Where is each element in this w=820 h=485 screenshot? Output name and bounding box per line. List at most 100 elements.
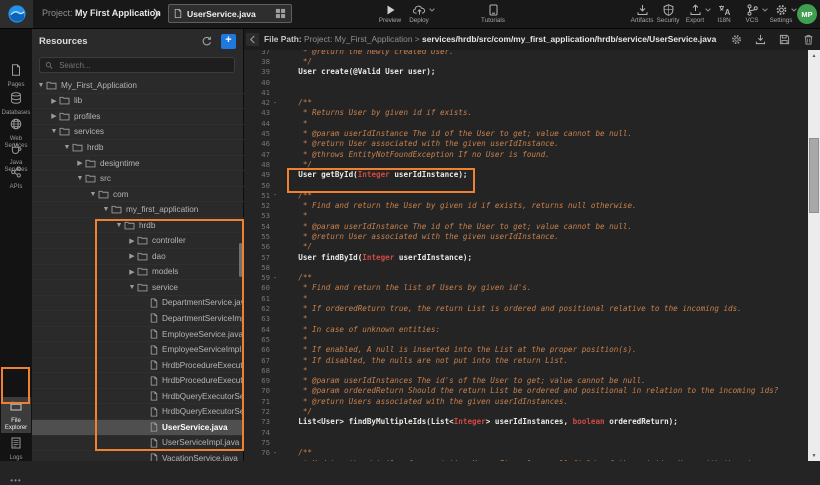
editor-scrollbar-thumb[interactable]	[809, 138, 819, 213]
code-line-70[interactable]: 70 * @param orderedReturn Should the ret…	[244, 386, 808, 396]
code-line-42[interactable]: 42- /**	[244, 97, 808, 107]
code-editor[interactable]: 37 * @return the newly created User.38 *…	[244, 50, 808, 461]
chevron-collapsed-icon[interactable]: ▶	[127, 237, 137, 245]
tree-item-controller[interactable]: ▶controller	[32, 233, 244, 249]
code-line-66[interactable]: 66 * If enabled, A null is inserted into…	[244, 345, 808, 355]
code-line-62[interactable]: 62 * If orderedReturn true, the return L…	[244, 303, 808, 313]
code-line-46[interactable]: 46 * @return User associated with the gi…	[244, 139, 808, 149]
sidebar-item-logs[interactable]: Logs	[1, 434, 31, 464]
code-line-52[interactable]: 52 * Find and return the User by given i…	[244, 200, 808, 210]
code-line-65[interactable]: 65 *	[244, 334, 808, 344]
chevron-expanded-icon[interactable]: ▼	[62, 144, 72, 151]
avatar[interactable]: MP	[797, 4, 817, 24]
tree-item-src[interactable]: ▼src	[32, 171, 244, 187]
resources-scrollbar[interactable]	[239, 78, 242, 461]
code-line-71[interactable]: 71 * @return Users associated with the g…	[244, 396, 808, 406]
code-line-40[interactable]: 40	[244, 77, 808, 87]
code-line-76[interactable]: 76- /**	[244, 448, 808, 458]
topbar-action-deploy[interactable]: Deploy	[402, 3, 436, 24]
tree-item-my-first-application[interactable]: ▼my_first_application	[32, 202, 244, 218]
search-input[interactable]	[57, 60, 229, 71]
grid-icon[interactable]	[275, 8, 286, 19]
code-line-68[interactable]: 68 *	[244, 365, 808, 375]
chevron-collapsed-icon[interactable]: ▶	[49, 112, 59, 120]
tree-item-hrdbqueryexecutorservice[interactable]: HrdbQueryExecutorService	[32, 389, 244, 405]
code-line-67[interactable]: 67 * If disabled, the nulls are not put …	[244, 355, 808, 365]
tree-item-hrdbprocedureexecutorse[interactable]: HrdbProcedureExecutorSe	[32, 358, 244, 374]
app-logo[interactable]	[0, 0, 33, 28]
tree-item-hrdb[interactable]: ▼hrdb	[32, 218, 244, 234]
code-line-58[interactable]: 58	[244, 262, 808, 272]
code-line-57[interactable]: 57 User findById(Integer userIdInstance)…	[244, 252, 808, 262]
chevron-collapsed-icon[interactable]: ▶	[49, 97, 59, 105]
tree-item-userservice-java[interactable]: UserService.java	[32, 420, 244, 436]
fold-marker-icon[interactable]: -	[270, 191, 280, 199]
chevron-collapsed-icon[interactable]: ▶	[127, 268, 137, 276]
tree-item-designtime[interactable]: ▶designtime	[32, 156, 244, 172]
tree-item-hrdbprocedureexecutorse[interactable]: HrdbProcedureExecutorSe	[32, 373, 244, 389]
fold-marker-icon[interactable]: -	[270, 274, 280, 282]
search-box[interactable]	[39, 57, 235, 73]
code-line-60[interactable]: 60 * Find and return the list of Users b…	[244, 283, 808, 293]
chevron-expanded-icon[interactable]: ▼	[114, 222, 124, 229]
tree-item-com[interactable]: ▼com	[32, 187, 244, 203]
code-line-74[interactable]: 74	[244, 427, 808, 437]
code-line-59[interactable]: 59- /**	[244, 273, 808, 283]
tree-item-vacationservice-java[interactable]: VacationService.java	[32, 451, 244, 461]
code-line-75[interactable]: 75	[244, 437, 808, 447]
tree-item-hrdbqueryexecutorservice[interactable]: HrdbQueryExecutorService	[32, 404, 244, 420]
topbar-action-settings[interactable]: Settings	[764, 3, 798, 24]
resources-scrollbar-thumb[interactable]	[239, 243, 242, 277]
fold-marker-icon[interactable]: -	[270, 449, 280, 457]
code-line-54[interactable]: 54 * @param userIdInstance The id of the…	[244, 221, 808, 231]
tree-item-userserviceimpl-java[interactable]: UserServiceImpl.java	[32, 436, 244, 452]
code-line-64[interactable]: 64 * In case of unknown entities:	[244, 324, 808, 334]
code-line-53[interactable]: 53 *	[244, 211, 808, 221]
settings-icon[interactable]	[731, 34, 742, 45]
sidebar-more-button[interactable]: •••	[0, 476, 32, 485]
code-line-55[interactable]: 55 * @return User associated with the gi…	[244, 231, 808, 241]
scroll-up-arrow-icon[interactable]: ▲	[808, 50, 820, 61]
tree-item-my-first-application[interactable]: ▼My_First_Application	[32, 78, 244, 94]
trash-icon[interactable]	[803, 34, 814, 45]
sidebar-item-pages[interactable]: Pages	[1, 61, 31, 91]
tree-item-employeeserviceimpl-java[interactable]: EmployeeServiceImpl.java	[32, 342, 244, 358]
chevron-expanded-icon[interactable]: ▼	[75, 175, 85, 182]
code-line-69[interactable]: 69 * @param userIdInstances The id's of …	[244, 376, 808, 386]
code-line-51[interactable]: 51- /**	[244, 190, 808, 200]
code-line-41[interactable]: 41	[244, 87, 808, 97]
tree-item-employeeservice-java[interactable]: EmployeeService.java	[32, 327, 244, 343]
code-line-38[interactable]: 38 */	[244, 56, 808, 66]
code-line-44[interactable]: 44 *	[244, 118, 808, 128]
code-line-48[interactable]: 48 */	[244, 159, 808, 169]
code-line-43[interactable]: 43 * Returns User by given id if exists.	[244, 108, 808, 118]
tab-userservice[interactable]: UserService.java	[168, 4, 292, 23]
code-line-47[interactable]: 47 * @throws EntityNotFoundException If …	[244, 149, 808, 159]
code-line-45[interactable]: 45 * @param userIdInstance The id of the…	[244, 128, 808, 138]
chevron-expanded-icon[interactable]: ▼	[36, 82, 46, 89]
scroll-down-arrow-icon[interactable]: ▼	[808, 450, 820, 461]
add-resource-button[interactable]: +	[221, 34, 236, 49]
tree-item-departmentservice-java[interactable]: DepartmentService.java	[32, 296, 244, 312]
refresh-icon[interactable]	[201, 36, 212, 47]
sidebar-item-apis[interactable]: APIs	[1, 163, 31, 193]
code-line-63[interactable]: 63 *	[244, 314, 808, 324]
code-line-50[interactable]: 50	[244, 180, 808, 190]
tree-item-service[interactable]: ▼service	[32, 280, 244, 296]
download-tray-icon[interactable]	[755, 34, 766, 45]
chevron-expanded-icon[interactable]: ▼	[101, 206, 111, 213]
tree-item-departmentserviceimpl-java[interactable]: DepartmentServiceImpl.java	[32, 311, 244, 327]
collapse-panel-button[interactable]	[246, 33, 259, 46]
code-line-61[interactable]: 61 *	[244, 293, 808, 303]
tree-item-services[interactable]: ▼services	[32, 125, 244, 141]
chevron-expanded-icon[interactable]: ▼	[127, 284, 137, 291]
topbar-action-tutorials[interactable]: Tutorials	[476, 3, 510, 24]
tree-item-models[interactable]: ▶models	[32, 265, 244, 281]
code-line-72[interactable]: 72 */	[244, 406, 808, 416]
chevron-right-icon[interactable]	[152, 8, 160, 20]
chevron-collapsed-icon[interactable]: ▶	[127, 252, 137, 260]
tree-item-hrdb[interactable]: ▼hrdb	[32, 140, 244, 156]
fold-marker-icon[interactable]: -	[270, 99, 280, 107]
code-line-73[interactable]: 73 List<User> findByMultipleIds(List<Int…	[244, 417, 808, 427]
editor-scrollbar[interactable]: ▲ ▼	[808, 50, 820, 461]
